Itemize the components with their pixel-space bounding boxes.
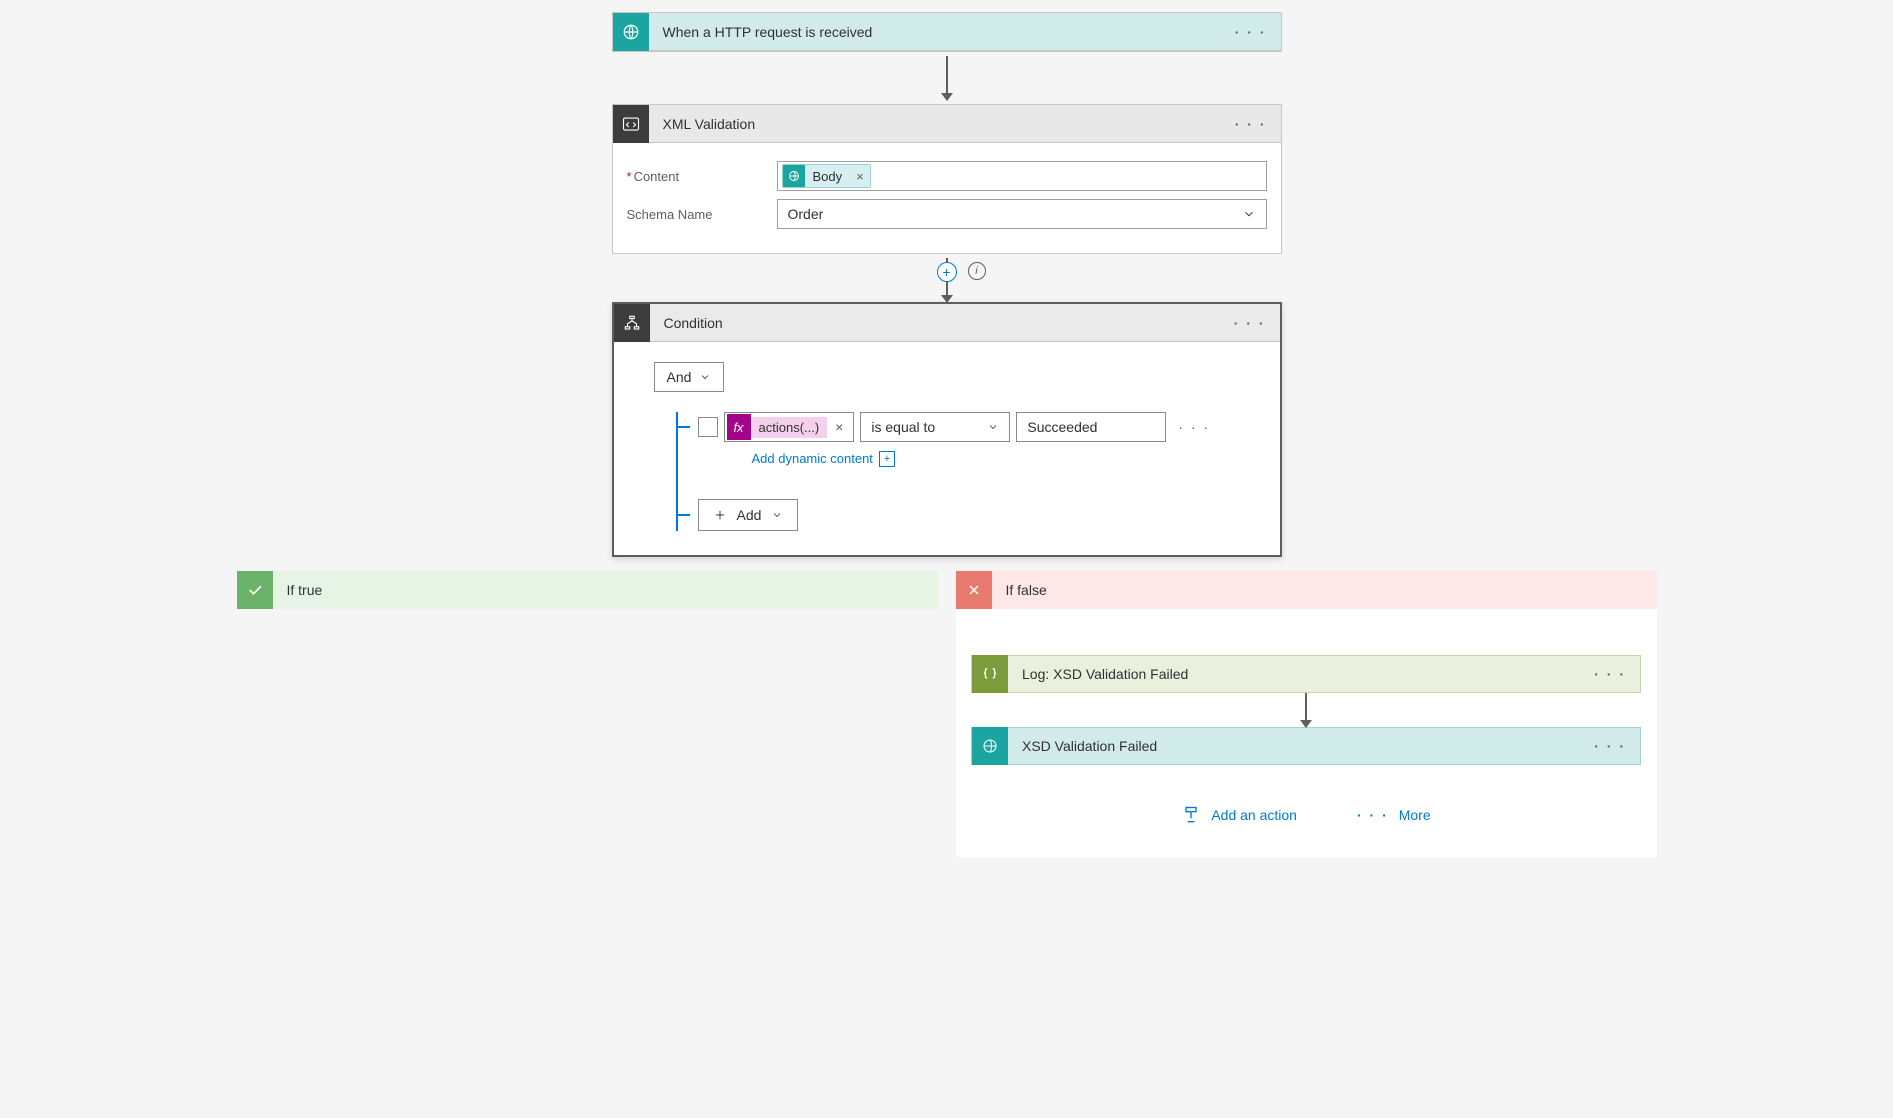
schema-row: Schema Name Order xyxy=(627,199,1267,229)
chevron-down-icon xyxy=(987,421,999,433)
and-operator-button[interactable]: And xyxy=(654,362,725,392)
chevron-down-icon xyxy=(771,509,783,521)
condition-title: Condition xyxy=(650,315,1220,331)
if-true-header[interactable]: If true xyxy=(237,571,938,609)
add-action-label: Add an action xyxy=(1211,807,1297,823)
condition-branches: If true If false Log: XSD Validation Fai… xyxy=(237,571,1657,857)
and-label: And xyxy=(667,369,692,385)
more-dots-icon: · · · xyxy=(1357,807,1389,823)
xml-validation-title: XML Validation xyxy=(649,116,1221,132)
condition-row-more-icon[interactable]: · · · xyxy=(1172,419,1216,435)
xml-validation-body: *Content Body × Schema N xyxy=(613,143,1281,253)
content-input[interactable]: Body × xyxy=(777,161,1267,191)
http-token-icon xyxy=(783,165,805,187)
log-more-icon[interactable]: · · · xyxy=(1580,666,1640,682)
response-more-icon[interactable]: · · · xyxy=(1580,738,1640,754)
operator-select[interactable]: is equal to xyxy=(860,412,1010,442)
operator-value: is equal to xyxy=(871,419,935,435)
fx-icon: fx xyxy=(727,414,751,440)
body-token[interactable]: Body × xyxy=(782,164,871,188)
log-title: Log: XSD Validation Failed xyxy=(1008,666,1580,682)
if-false-header[interactable]: If false xyxy=(956,571,1657,609)
add-dynamic-content-link[interactable]: Add dynamic content + xyxy=(752,451,895,467)
if-false-body: Log: XSD Validation Failed · · · XSD Val… xyxy=(956,609,1657,857)
value-text: Succeeded xyxy=(1027,419,1097,435)
xml-validation-more-icon[interactable]: · · · xyxy=(1221,116,1281,132)
log-card[interactable]: Log: XSD Validation Failed · · · xyxy=(971,655,1641,693)
response-card[interactable]: XSD Validation Failed · · · xyxy=(971,727,1641,765)
chevron-down-icon xyxy=(699,371,711,383)
schema-label: Schema Name xyxy=(627,207,777,222)
condition-body: And fx actions(...) × is equal to xyxy=(614,342,1280,555)
x-icon xyxy=(956,571,992,609)
dynamic-content-row: Add dynamic content + xyxy=(678,450,1240,467)
if-true-branch: If true xyxy=(237,571,938,857)
arrow-with-add: + i xyxy=(946,258,948,302)
add-step-button[interactable]: + xyxy=(937,262,957,282)
http-icon xyxy=(972,727,1008,765)
add-action-link[interactable]: Add an action xyxy=(1181,805,1297,825)
more-label: More xyxy=(1399,807,1431,823)
braces-icon xyxy=(972,655,1008,693)
trigger-title: When a HTTP request is received xyxy=(649,24,1221,40)
expression-remove-icon[interactable]: × xyxy=(827,419,851,435)
value-input[interactable]: Succeeded xyxy=(1016,412,1166,442)
if-true-title: If true xyxy=(273,582,337,598)
condition-card[interactable]: Condition · · · And fx actions(...) × is… xyxy=(612,302,1282,557)
more-link[interactable]: · · · More xyxy=(1357,805,1431,825)
arrow-icon xyxy=(946,56,948,100)
trigger-more-icon[interactable]: · · · xyxy=(1221,24,1281,40)
content-row: *Content Body × xyxy=(627,161,1267,191)
body-token-label: Body xyxy=(805,169,851,184)
chevron-down-icon xyxy=(1242,207,1256,221)
info-icon[interactable]: i xyxy=(968,262,986,280)
add-action-icon xyxy=(1181,805,1201,825)
condition-tree: fx actions(...) × is equal to Succeeded … xyxy=(676,412,1240,531)
if-false-title: If false xyxy=(992,582,1061,598)
schema-select[interactable]: Order xyxy=(777,199,1267,229)
trigger-card[interactable]: When a HTTP request is received · · · xyxy=(612,12,1282,52)
body-token-remove-icon[interactable]: × xyxy=(850,169,870,184)
condition-icon xyxy=(614,304,650,342)
condition-header[interactable]: Condition · · · xyxy=(614,304,1280,342)
xml-validation-card[interactable]: XML Validation · · · *Content Body xyxy=(612,104,1282,254)
check-icon xyxy=(237,571,273,609)
schema-value: Order xyxy=(788,206,824,222)
expression-label: actions(...) xyxy=(751,417,828,438)
dynamic-content-label: Add dynamic content xyxy=(752,451,873,466)
expression-token[interactable]: fx actions(...) × xyxy=(724,412,855,442)
content-label: *Content xyxy=(627,169,777,184)
plus-icon xyxy=(713,508,727,522)
response-title: XSD Validation Failed xyxy=(1008,738,1580,754)
condition-row: fx actions(...) × is equal to Succeeded … xyxy=(678,412,1240,442)
dynamic-content-icon: + xyxy=(879,451,895,467)
add-condition-row: Add xyxy=(678,499,1240,531)
xml-validation-header[interactable]: XML Validation · · · xyxy=(613,105,1281,143)
add-condition-button[interactable]: Add xyxy=(698,499,799,531)
condition-more-icon[interactable]: · · · xyxy=(1220,315,1280,331)
arrow-icon xyxy=(1305,693,1307,727)
code-icon xyxy=(613,105,649,143)
http-icon xyxy=(613,13,649,51)
branch-footer-actions: Add an action · · · More xyxy=(1181,805,1430,825)
if-false-branch: If false Log: XSD Validation Failed · · … xyxy=(956,571,1657,857)
condition-row-checkbox[interactable] xyxy=(698,417,718,437)
trigger-header[interactable]: When a HTTP request is received · · · xyxy=(613,13,1281,51)
add-label: Add xyxy=(737,507,762,523)
